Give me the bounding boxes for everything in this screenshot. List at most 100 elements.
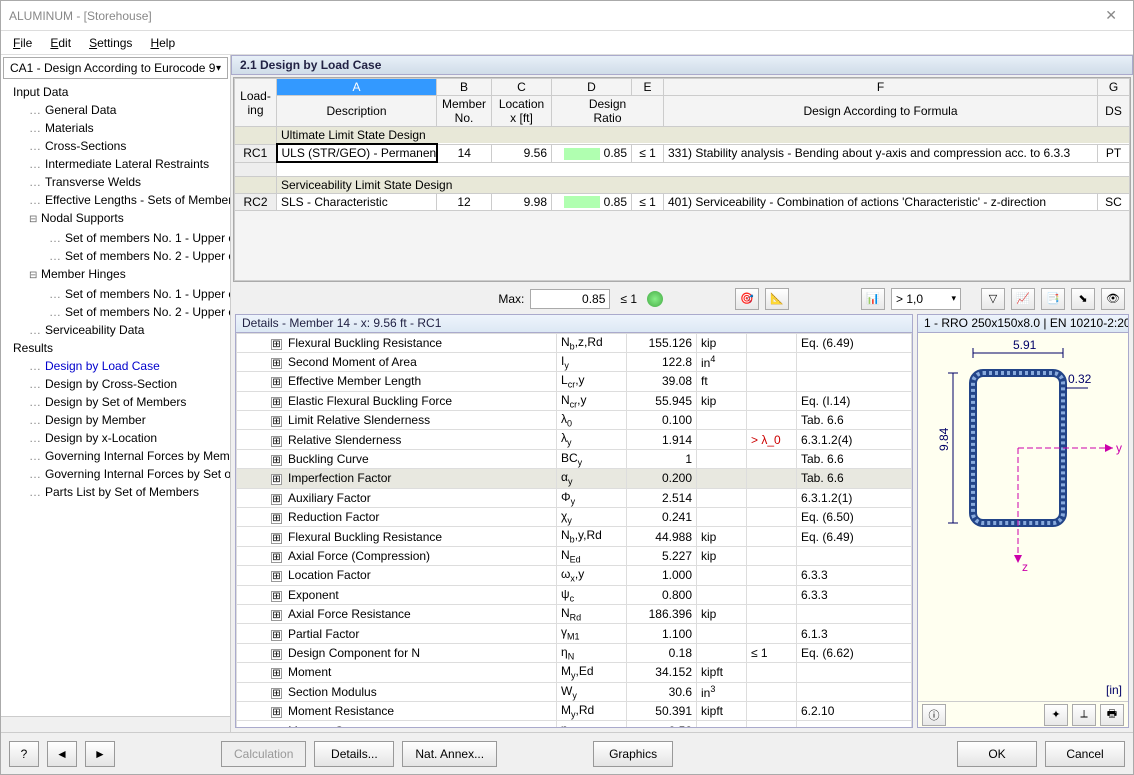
row-rc2[interactable]: RC2 SLS - Characteristic 12 9.98 0.85 ≤ … bbox=[235, 193, 1130, 210]
next-button[interactable]: ► bbox=[85, 741, 115, 767]
details-row[interactable]: ⊞Exponentψc0.8006.3.3 bbox=[237, 585, 912, 604]
row-rc1[interactable]: RC1 ULS (STR/GEO) - Permanent 14 9.56 0.… bbox=[235, 144, 1130, 162]
menu-help[interactable]: Help bbox=[142, 34, 183, 52]
window-title: ALUMINUM - [Storehouse] bbox=[9, 9, 152, 23]
details-row[interactable]: ⊞Buckling CurveBCy1Tab. 6.6 bbox=[237, 449, 912, 468]
tree-ilr[interactable]: …Intermediate Lateral Restraints bbox=[1, 155, 230, 173]
tree-ns-1[interactable]: …Set of members No. 1 - Upper chord bbox=[1, 229, 230, 247]
button-row: ? ◄ ► Calculation Details... Nat. Annex.… bbox=[1, 732, 1133, 774]
svg-text:0.32: 0.32 bbox=[1068, 372, 1092, 386]
tree-input-data[interactable]: Input Data bbox=[1, 83, 230, 101]
tree-gif-member[interactable]: …Governing Internal Forces by Member bbox=[1, 447, 230, 465]
hdr-description: Description bbox=[277, 96, 437, 127]
details-row[interactable]: ⊞Location Factorωx,y1.0006.3.3 bbox=[237, 566, 912, 585]
sidebar-hscroll[interactable] bbox=[1, 716, 230, 732]
tree-effective-lengths[interactable]: …Effective Lengths - Sets of Members bbox=[1, 191, 230, 209]
cs-drawing: 5.91 9.84 0.32 y z [in] bbox=[918, 333, 1128, 702]
funnel-button[interactable]: ▽ bbox=[981, 288, 1005, 310]
tree-mh-2[interactable]: …Set of members No. 2 - Upper chord bbox=[1, 303, 230, 321]
tree-design-by-load-case[interactable]: …Design by Load Case bbox=[1, 357, 230, 375]
graphics-button[interactable]: Graphics bbox=[593, 741, 673, 767]
col-E[interactable]: E bbox=[632, 79, 664, 96]
tree-design-by-som[interactable]: …Design by Set of Members bbox=[1, 393, 230, 411]
tree-mh-1[interactable]: …Set of members No. 1 - Upper chord bbox=[1, 285, 230, 303]
cs-dim-button[interactable]: ⟂ bbox=[1072, 704, 1096, 726]
hdr-location: Locationx [ft] bbox=[492, 96, 552, 127]
tree-results[interactable]: Results bbox=[1, 339, 230, 357]
col-C[interactable]: C bbox=[492, 79, 552, 96]
nat-annex-button[interactable]: Nat. Annex... bbox=[402, 741, 497, 767]
details-row[interactable]: ⊞Elastic Flexural Buckling ForceNcr,y55.… bbox=[237, 391, 912, 410]
tree-transverse-welds[interactable]: …Transverse Welds bbox=[1, 173, 230, 191]
details-row[interactable]: ⊞Auxiliary FactorΦy2.5146.3.1.2(1) bbox=[237, 488, 912, 507]
menu-file[interactable]: File bbox=[5, 34, 40, 52]
cs-info-button[interactable]: ⓘ bbox=[922, 704, 946, 726]
details-row[interactable]: ⊞Axial Force (Compression)NEd5.227kip bbox=[237, 546, 912, 565]
titlebar: ALUMINUM - [Storehouse] ✕ bbox=[1, 1, 1133, 31]
scale-select[interactable]: > 1,0▾ bbox=[891, 288, 961, 310]
cs-header: 1 - RRO 250x150x8.0 | EN 10210-2:2006 bbox=[918, 315, 1128, 333]
details-scroll[interactable]: ⊞Flexural Buckling ResistanceNb,z,Rd155.… bbox=[236, 333, 912, 728]
details-row[interactable]: ⊞MomentMy,Ed34.152kipft bbox=[237, 663, 912, 682]
details-row[interactable]: ⊞Design Component for NηN0.18≤ 1Eq. (6.6… bbox=[237, 643, 912, 662]
tree-serviceability-data[interactable]: …Serviceability Data bbox=[1, 321, 230, 339]
export-button[interactable]: 📑 bbox=[1041, 288, 1065, 310]
tree-materials[interactable]: …Materials bbox=[1, 119, 230, 137]
tree-ns-2[interactable]: …Set of members No. 2 - Upper chord bbox=[1, 247, 230, 265]
details-row[interactable]: ⊞Relative Slendernessλy1.914> λ_06.3.1.2… bbox=[237, 430, 912, 449]
tree-design-by-xloc[interactable]: …Design by x-Location bbox=[1, 429, 230, 447]
cs-axes-button[interactable]: ✦ bbox=[1044, 704, 1068, 726]
svg-text:z: z bbox=[1022, 560, 1028, 574]
toolbar: Max: ≤ 1 🎯 📐 📊 > 1,0▾ ▽ 📈 📑 ⬊ 👁 bbox=[231, 284, 1133, 314]
calculation-button[interactable]: Calculation bbox=[221, 741, 306, 767]
tree-member-hinges[interactable]: ⊟Member Hinges bbox=[1, 265, 230, 285]
details-row[interactable]: ⊞Axial Force ResistanceNRd186.396kip bbox=[237, 604, 912, 623]
col-G[interactable]: G bbox=[1098, 79, 1130, 96]
details-button[interactable]: Details... bbox=[314, 741, 394, 767]
hdr-design-ratio: DesignRatio bbox=[552, 96, 664, 127]
details-row[interactable]: ⊞Moment ResistanceMy,Rd50.391kipft6.2.10 bbox=[237, 701, 912, 720]
filter-plus-button[interactable]: 🎯 bbox=[735, 288, 759, 310]
results-grid[interactable]: Load-ing A B C D E F G Description Membe… bbox=[233, 77, 1131, 282]
details-row[interactable]: ⊞Partial FactorγM11.1006.1.3 bbox=[237, 624, 912, 643]
tree-parts-list[interactable]: …Parts List by Set of Members bbox=[1, 483, 230, 501]
max-input[interactable] bbox=[530, 289, 610, 309]
tree-design-by-member[interactable]: …Design by Member bbox=[1, 411, 230, 429]
ratio-bar-icon bbox=[564, 196, 600, 208]
eye-button[interactable]: 👁 bbox=[1101, 288, 1125, 310]
case-select[interactable]: CA1 - Design According to Eurocode 9 ▾ bbox=[3, 57, 228, 79]
hdr-ds: DS bbox=[1098, 96, 1130, 127]
group-sls: Serviceability Limit State Design bbox=[277, 176, 1130, 193]
cancel-button[interactable]: Cancel bbox=[1045, 741, 1125, 767]
cs-print-button[interactable]: 🖶 bbox=[1100, 704, 1124, 726]
tree-nodal-supports[interactable]: ⊟Nodal Supports bbox=[1, 209, 230, 229]
sort-button[interactable]: 📊 bbox=[861, 288, 885, 310]
chart-button[interactable]: 📈 bbox=[1011, 288, 1035, 310]
details-row[interactable]: ⊞Flexural Buckling ResistanceNb,z,Rd155.… bbox=[237, 333, 912, 352]
prev-button[interactable]: ◄ bbox=[47, 741, 77, 767]
tree-gif-som[interactable]: …Governing Internal Forces by Set of Mem bbox=[1, 465, 230, 483]
close-icon[interactable]: ✕ bbox=[1097, 7, 1125, 24]
tree-cross-sections[interactable]: …Cross-Sections bbox=[1, 137, 230, 155]
col-B[interactable]: B bbox=[437, 79, 492, 96]
tree-general-data[interactable]: …General Data bbox=[1, 101, 230, 119]
details-row[interactable]: ⊞Imperfection Factorαy0.200Tab. 6.6 bbox=[237, 469, 912, 488]
help-button[interactable]: ? bbox=[9, 741, 39, 767]
ok-button[interactable]: OK bbox=[957, 741, 1037, 767]
tree-design-by-cs[interactable]: …Design by Cross-Section bbox=[1, 375, 230, 393]
details-row[interactable]: ⊞Second Moment of AreaIy122.8in4 bbox=[237, 352, 912, 371]
menu-settings[interactable]: Settings bbox=[81, 34, 140, 52]
details-row[interactable]: ⊞Flexural Buckling ResistanceNb,y,Rd44.9… bbox=[237, 527, 912, 546]
pick-button[interactable]: ⬊ bbox=[1071, 288, 1095, 310]
col-A[interactable]: A bbox=[277, 79, 437, 96]
col-D[interactable]: D bbox=[552, 79, 632, 96]
details-row[interactable]: ⊞Limit Relative Slendernessλ00.100Tab. 6… bbox=[237, 411, 912, 430]
details-row[interactable]: ⊞Effective Member LengthLcr,y39.08ft bbox=[237, 372, 912, 391]
menu-edit[interactable]: Edit bbox=[42, 34, 79, 52]
details-row[interactable]: ⊞Reduction Factorχy0.241Eq. (6.50) bbox=[237, 508, 912, 527]
details-row[interactable]: ⊞Moment ComponentηMy0.52 bbox=[237, 721, 912, 727]
filter-minus-button[interactable]: 📐 bbox=[765, 288, 789, 310]
col-F[interactable]: F bbox=[664, 79, 1098, 96]
max-label: Max: bbox=[498, 292, 524, 306]
details-row[interactable]: ⊞Section ModulusWy30.6in3 bbox=[237, 682, 912, 701]
